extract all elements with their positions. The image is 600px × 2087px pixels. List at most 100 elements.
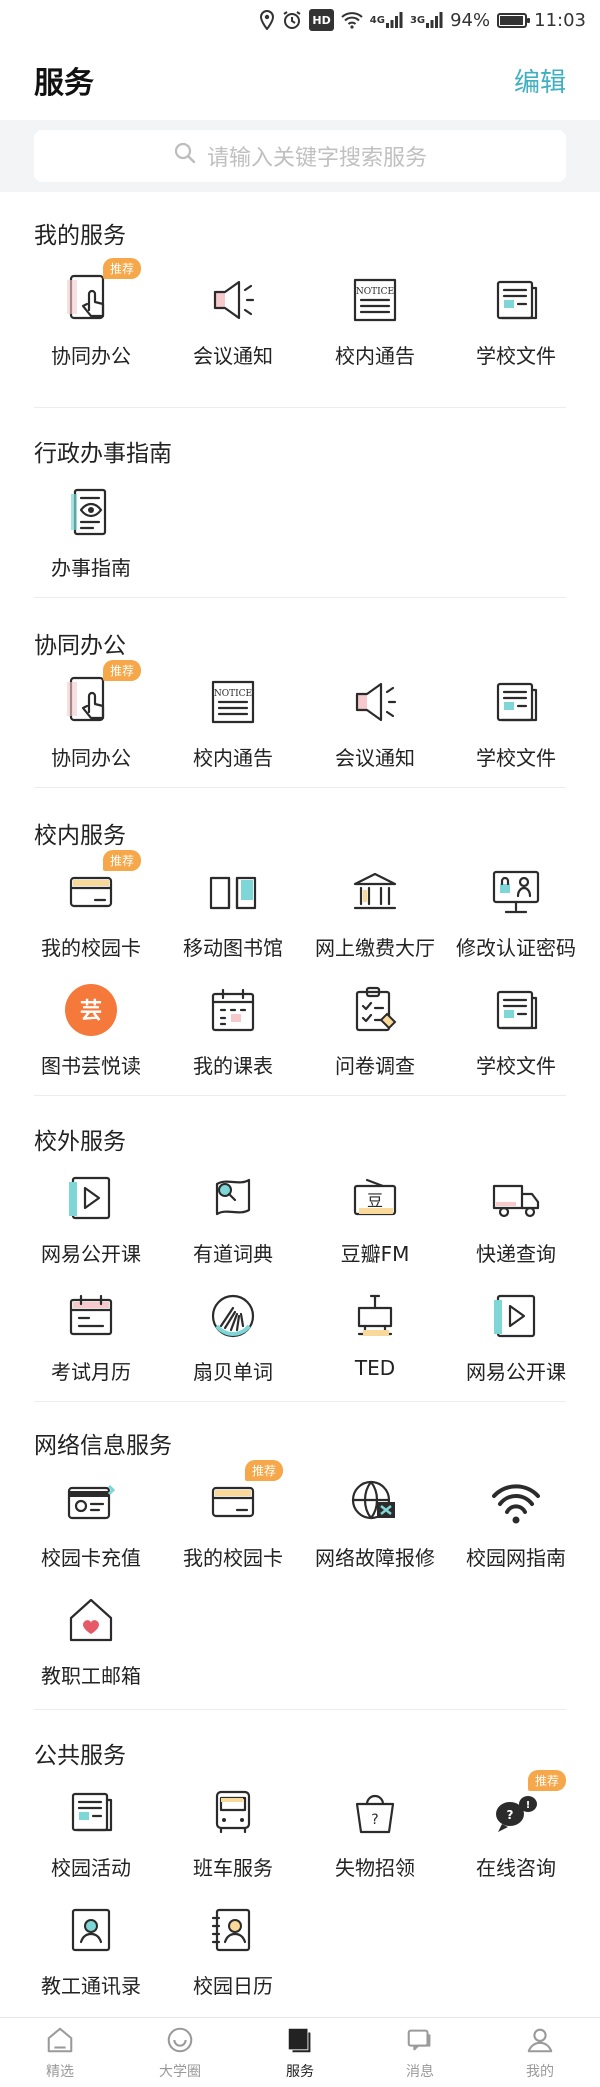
- tab-label: 大学圈: [159, 2063, 201, 2080]
- section-2: 协同办公 推荐 协同办公 NOTICE 校内通告 会议通知 学校文件: [34, 598, 566, 788]
- service-item-label: 班车服务: [193, 1856, 273, 1880]
- tab-profile[interactable]: 我的: [480, 2018, 600, 2087]
- service-item[interactable]: 班车服务: [162, 1782, 304, 1892]
- profile-icon: [525, 2025, 555, 2059]
- search-input[interactable]: 请输入关键字搜索服务: [34, 130, 566, 182]
- clipboard-icon: [345, 980, 405, 1040]
- service-item-label: 豆瓣FM: [340, 1242, 410, 1266]
- service-item-label: 教工通讯录: [41, 1974, 141, 1998]
- service-item[interactable]: 会议通知: [304, 672, 446, 782]
- service-item-label: 会议通知: [335, 746, 415, 770]
- status-bar: HD 4G 3G 94% 11:03: [0, 0, 600, 40]
- service-item[interactable]: 网络故障报修: [304, 1472, 446, 1582]
- service-item[interactable]: NOTICE 校内通告: [304, 270, 446, 380]
- service-item[interactable]: 有道词典: [162, 1168, 304, 1278]
- service-item[interactable]: ?! 推荐 在线咨询: [445, 1770, 587, 1892]
- service-item[interactable]: 扇贝单词: [162, 1286, 304, 1396]
- battery-percent: 94%: [450, 9, 491, 31]
- section-6: 公共服务 校园活动 班车服务? 失物招领?! 推荐 在线咨询 教工通讯录 校园日历: [34, 1710, 566, 2010]
- megaphone-icon: [345, 672, 405, 732]
- tab-message[interactable]: 消息: [360, 2018, 480, 2087]
- service-item[interactable]: NOTICE 校内通告: [162, 672, 304, 782]
- service-item[interactable]: 推荐 协同办公: [20, 660, 162, 782]
- wifi-status-icon: [341, 9, 363, 31]
- service-item[interactable]: 豆豆瓣FM: [304, 1168, 446, 1278]
- service-item[interactable]: TED: [304, 1286, 446, 1396]
- service-item[interactable]: 考试月历: [20, 1286, 162, 1396]
- service-item-label: 协同办公: [51, 746, 131, 770]
- shell-icon: [203, 1286, 263, 1346]
- tab-smile[interactable]: 大学圈: [120, 2018, 240, 2087]
- tab-label: 我的: [526, 2063, 554, 2080]
- service-item[interactable]: 校园活动: [20, 1782, 162, 1892]
- service-item[interactable]: 问卷调查: [304, 980, 446, 1090]
- service-item-label: 网上缴费大厅: [315, 936, 435, 960]
- service-item-label: 校园卡充值: [41, 1546, 141, 1570]
- address-book-icon: [203, 1900, 263, 1960]
- service-item[interactable]: 移动图书馆: [162, 862, 304, 972]
- bottom-tab-bar: 精选 大学圈 服务 消息 我的: [0, 2017, 600, 2087]
- service-item[interactable]: 会议通知: [162, 270, 304, 380]
- service-item-label: 修改认证密码: [456, 936, 576, 960]
- service-item[interactable]: ? 失物招领: [304, 1782, 446, 1892]
- monitor-lock-icon: [486, 862, 546, 922]
- bus-icon: [203, 1782, 263, 1842]
- tab-service[interactable]: 服务: [240, 2018, 360, 2087]
- yun-reading-icon: 芸: [61, 980, 121, 1040]
- service-item[interactable]: 推荐 我的校园卡: [20, 850, 162, 972]
- service-item[interactable]: 我的课表: [162, 980, 304, 1090]
- globe-repair-icon: [345, 1472, 405, 1532]
- service-item[interactable]: 教工通讯录: [20, 1900, 162, 2010]
- service-item[interactable]: 校园日历: [162, 1900, 304, 2010]
- service-item[interactable]: 网易公开课: [20, 1168, 162, 1278]
- truck-icon: [486, 1168, 546, 1228]
- svg-text:NOTICE: NOTICE: [214, 689, 252, 699]
- service-item-label: 有道词典: [193, 1242, 273, 1266]
- section-5: 网络信息服务 校园卡充值 推荐 我的校园卡 网络故障报修 校园网指南 教职工邮箱: [34, 1402, 566, 1710]
- search-area: 请输入关键字搜索服务: [0, 120, 600, 192]
- service-item-label: 考试月历: [51, 1360, 131, 1384]
- section-title: 公共服务: [34, 1743, 126, 1769]
- service-item-label: TED: [354, 1356, 396, 1380]
- service-item-label: 校园活动: [51, 1856, 131, 1880]
- svg-text:芸: 芸: [80, 998, 102, 1024]
- service-item[interactable]: 推荐 我的校园卡: [162, 1460, 304, 1582]
- service-item[interactable]: 网易公开课: [445, 1286, 587, 1396]
- tab-home[interactable]: 精选: [0, 2018, 120, 2087]
- section-title: 协同办公: [34, 633, 126, 659]
- play-icon: [61, 1168, 121, 1228]
- section-title: 行政办事指南: [34, 441, 172, 467]
- service-item[interactable]: 学校文件: [445, 270, 587, 380]
- service-item-label: 网易公开课: [41, 1242, 141, 1266]
- search-icon: [173, 141, 197, 171]
- message-icon: [405, 2025, 435, 2059]
- lost-bag-icon: ?: [345, 1782, 405, 1842]
- service-item[interactable]: 快递查询: [445, 1168, 587, 1278]
- service-item[interactable]: 办事指南: [20, 482, 162, 592]
- service-item[interactable]: 推荐 协同办公: [20, 258, 162, 380]
- service-item[interactable]: 校园卡充值: [20, 1472, 162, 1582]
- service-item-label: 学校文件: [476, 344, 556, 368]
- service-item[interactable]: 网上缴费大厅: [304, 862, 446, 972]
- service-item[interactable]: 修改认证密码: [445, 862, 587, 972]
- recommend-badge: 推荐: [527, 1770, 566, 1791]
- net-label-2: 3G: [409, 14, 426, 26]
- card-recharge-icon: [61, 1472, 121, 1532]
- contacts-icon: [61, 1900, 121, 1960]
- service-item[interactable]: 学校文件: [445, 672, 587, 782]
- document-icon: [486, 980, 546, 1040]
- svg-text:?: ?: [507, 1808, 514, 1822]
- tab-label: 消息: [406, 2063, 434, 2080]
- book-icon: [203, 862, 263, 922]
- service-item[interactable]: 教职工邮箱: [20, 1590, 162, 1700]
- service-item-label: 教职工邮箱: [41, 1664, 141, 1688]
- notice-icon: NOTICE: [345, 270, 405, 330]
- service-item-label: 会议通知: [193, 344, 273, 368]
- smile-icon: [165, 2025, 195, 2059]
- edit-button[interactable]: 编辑: [514, 62, 566, 99]
- service-item-label: 图书芸悦读: [41, 1054, 141, 1078]
- service-item[interactable]: 芸图书芸悦读: [20, 980, 162, 1090]
- service-item-label: 校园网指南: [466, 1546, 566, 1570]
- service-item[interactable]: 学校文件: [445, 980, 587, 1090]
- service-item[interactable]: 校园网指南: [445, 1472, 587, 1582]
